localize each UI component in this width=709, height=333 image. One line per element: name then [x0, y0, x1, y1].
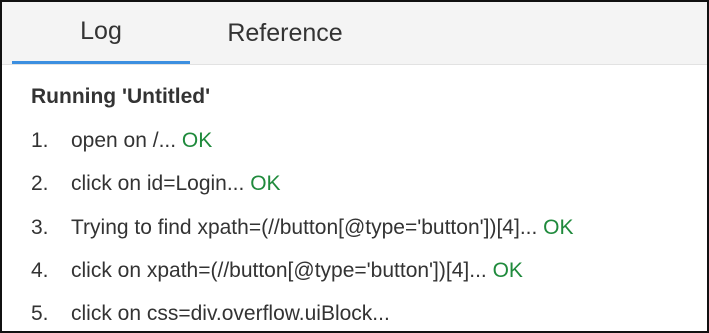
log-entry-number: 1.	[31, 129, 49, 152]
log-entry: 4. click on xpath=(//button[@type='button…	[31, 259, 523, 283]
log-title: Running 'Untitled'	[31, 85, 211, 108]
log-entry: 3. Trying to find xpath=(//button[@type='…	[31, 216, 574, 240]
log-entry: 1. open on /... OK	[31, 129, 212, 153]
log-entry-text: open on /...	[71, 129, 182, 152]
tab-bar: Log Reference	[2, 2, 707, 65]
log-entry-text: click on id=Login...	[71, 172, 251, 195]
log-panel: Running 'Untitled' 1. open on /... OK 2. c…	[2, 65, 707, 331]
log-entry-number: 2.	[31, 172, 49, 195]
tab-log[interactable]: Log	[12, 2, 190, 64]
log-entry-text: click on css=div.overflow.uiBlock...	[71, 302, 390, 325]
log-entry-number: 5.	[31, 302, 49, 325]
tab-reference[interactable]: Reference	[190, 2, 380, 64]
log-entry: 2. click on id=Login... OK	[31, 172, 281, 196]
log-entry-number: 4.	[31, 259, 49, 282]
log-entry-status: OK	[492, 259, 523, 282]
log-window: Log Reference Running 'Untitled' 1. open …	[0, 0, 709, 333]
log-entry-text: click on xpath=(//button[@type='button']…	[71, 259, 493, 282]
log-entry-number: 3.	[31, 216, 49, 239]
tab-reference-label: Reference	[227, 18, 343, 47]
log-entry-text: Trying to find xpath=(//button[@type='bu…	[71, 216, 544, 239]
log-entry-status: OK	[250, 172, 281, 195]
tab-log-label: Log	[80, 17, 122, 45]
log-entry-status: OK	[181, 129, 213, 152]
log-entry-status: OK	[543, 216, 574, 239]
log-entry: 5. click on css=div.overflow.uiBlock...	[31, 302, 390, 326]
